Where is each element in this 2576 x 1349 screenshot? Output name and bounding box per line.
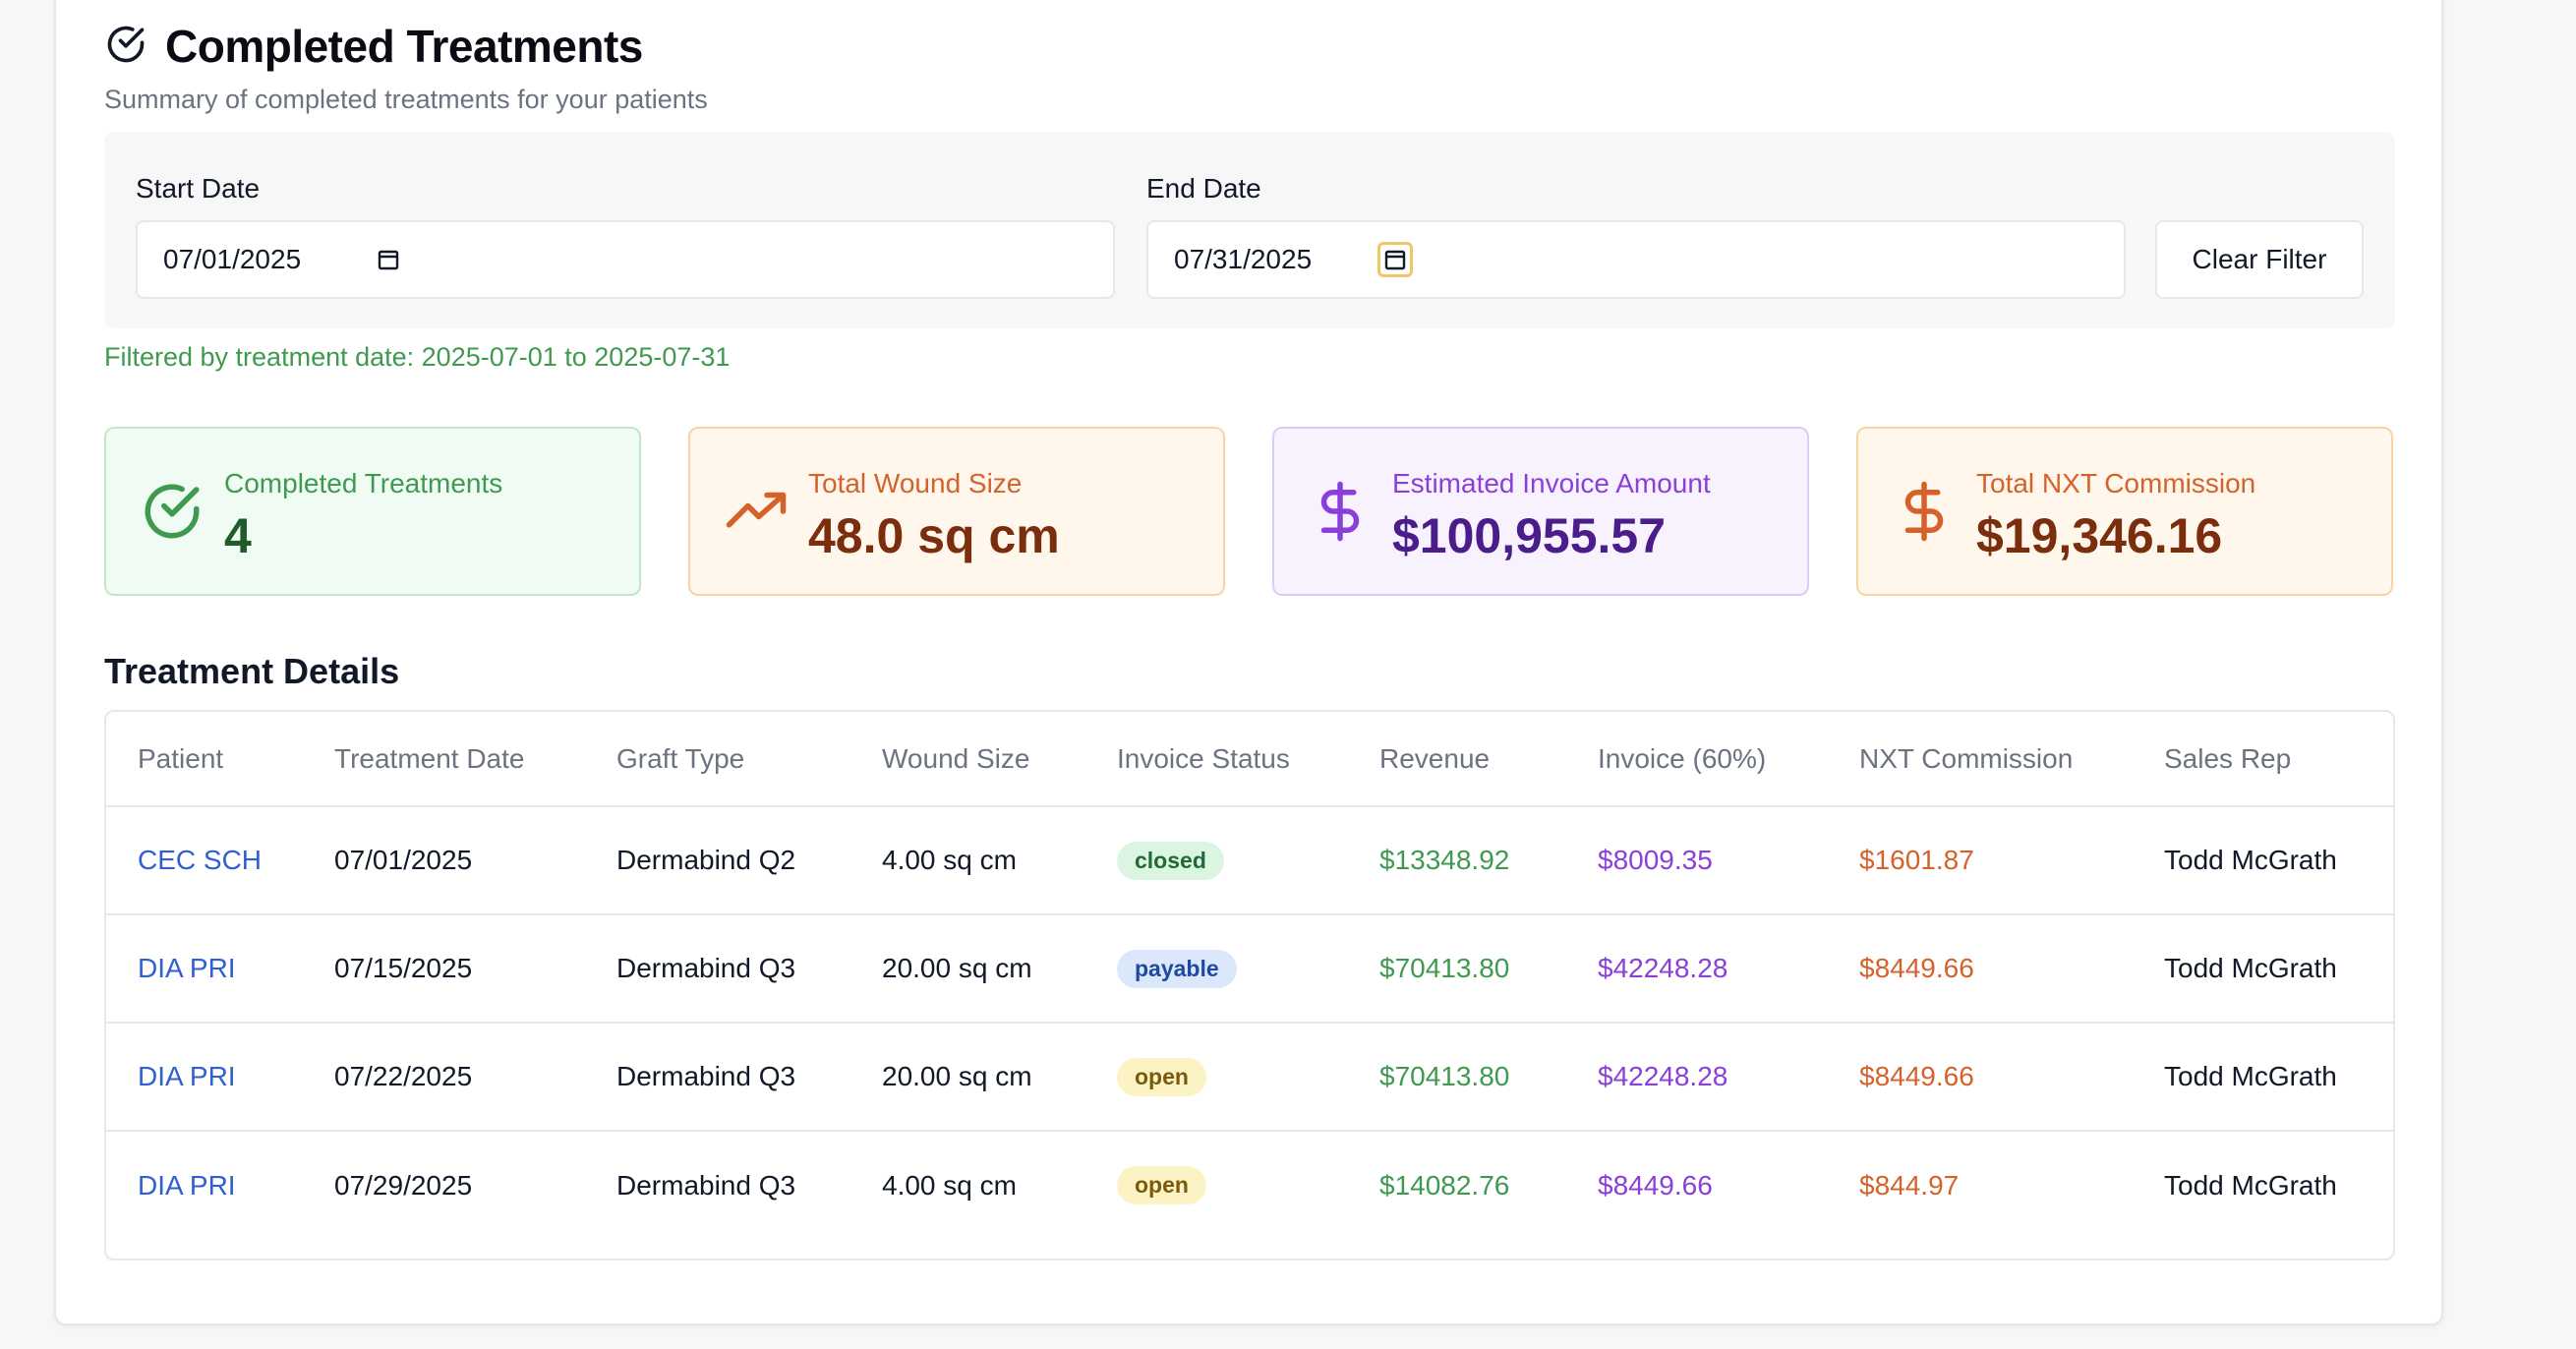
table-header-row: Patient Treatment Date Graft Type Wound … [106,712,2393,807]
page: Completed Treatments Summary of complete… [0,0,2576,1349]
commission-cell: $8449.66 [1828,914,2133,1024]
patient-link[interactable]: CEC SCH [138,845,262,875]
treatment-date-cell: 07/01/2025 [303,806,585,915]
page-subtitle: Summary of completed treatments for your… [104,85,708,114]
graft-type-cell: Dermabind Q3 [585,914,850,1024]
invoice-cell: $42248.28 [1566,914,1828,1024]
filter-note: Filtered by treatment date: 2025-07-01 t… [104,342,731,372]
sales-rep-cell: Todd McGrath [2164,1169,2337,1201]
commission-cell: $8449.66 [1828,1023,2133,1132]
column-header[interactable]: Invoice Status [1085,712,1348,807]
graft-type-cell: Dermabind Q3 [616,1169,796,1201]
sales-rep-cell: Todd McGrath [2133,1023,2393,1132]
revenue-cell: $70413.80 [1348,914,1566,1024]
status-badge: closed [1117,841,1224,880]
stat-estimated-invoice: Estimated Invoice Amount $100,955.57 [1272,427,1809,596]
patient-link[interactable]: DIA PRI [138,1170,236,1201]
stat-label: Total NXT Commission [1976,468,2256,499]
column-header[interactable]: NXT Commission [1828,712,2133,807]
column-header[interactable]: Revenue [1348,712,1566,807]
stat-value: 48.0 sq cm [808,508,1060,563]
column-header[interactable]: Patient [106,712,303,807]
commission-cell: $1601.87 [1828,806,2133,915]
treatment-date-cell: 07/29/2025 [334,1169,473,1201]
clear-filter-button[interactable]: Clear Filter [2155,220,2364,299]
graft-type-cell: Dermabind Q2 [585,806,850,915]
revenue-cell: $14082.76 [1379,1169,1510,1201]
stat-total-commission: Total NXT Commission $19,346.16 [1856,427,2393,596]
status-badge: payable [1117,949,1237,988]
stat-value: 4 [224,508,252,563]
table-row: DIA PRI 07/15/2025 Dermabind Q3 20.00 sq… [106,914,2393,1024]
wound-size-cell: 20.00 sq cm [850,914,1085,1024]
page-title: Completed Treatments [165,21,643,72]
invoice-cell: $8009.35 [1566,806,1828,915]
stat-label: Estimated Invoice Amount [1392,468,1711,499]
invoice-cell: $8449.66 [1598,1169,1713,1201]
dollar-icon [1892,479,1957,544]
sales-rep-cell: Todd McGrath [2133,806,2393,915]
wound-size-cell: 4.00 sq cm [882,1169,1017,1201]
table-row: DIA PRI 07/22/2025 Dermabind Q3 20.00 sq… [106,1023,2393,1132]
stat-total-wound-size: Total Wound Size 48.0 sq cm [688,427,1225,596]
card-header: Completed Treatments [104,20,643,73]
column-header[interactable]: Graft Type [585,712,850,807]
column-header[interactable]: Wound Size [850,712,1085,807]
check-circle-icon [140,479,205,544]
stat-completed-treatments: Completed Treatments 4 [104,427,641,596]
sales-rep-cell: Todd McGrath [2133,914,2393,1024]
patient-link[interactable]: DIA PRI [138,953,236,983]
column-header[interactable]: Treatment Date [303,712,585,807]
treatment-details-title: Treatment Details [104,651,400,691]
invoice-cell: $42248.28 [1566,1023,1828,1132]
treatment-date-cell: 07/15/2025 [303,914,585,1024]
calendar-icon[interactable] [1377,242,1413,277]
end-date-input[interactable]: 07/31/2025 [1146,220,2126,299]
table-row: DIA PRI 07/29/2025 Dermabind Q3 4.00 sq … [106,1131,2393,1239]
column-header[interactable]: Sales Rep [2133,712,2393,807]
trending-up-icon [724,479,789,544]
column-header[interactable]: Invoice (60%) [1566,712,1828,807]
table-row: CEC SCH 07/01/2025 Dermabind Q2 4.00 sq … [106,806,2393,915]
end-date-value: 07/31/2025 [1174,244,1313,274]
commission-cell: $844.97 [1859,1169,1960,1201]
revenue-cell: $70413.80 [1348,1023,1566,1132]
wound-size-cell: 4.00 sq cm [850,806,1085,915]
status-badge: open [1117,1057,1206,1096]
date-filter-panel: Start Date 07/01/2025 End Date 07/31/202… [104,132,2395,328]
check-circle-icon [104,23,147,71]
graft-type-cell: Dermabind Q3 [585,1023,850,1132]
dollar-icon [1308,479,1373,544]
start-date-label: Start Date [136,173,261,204]
stat-label: Total Wound Size [808,468,1023,499]
completed-treatments-card: Completed Treatments Summary of complete… [54,0,2443,1325]
treatment-details-table: Patient Treatment Date Graft Type Wound … [104,710,2395,1261]
revenue-cell: $13348.92 [1348,806,1566,915]
start-date-value: 07/01/2025 [163,244,302,274]
treatment-date-cell: 07/22/2025 [303,1023,585,1132]
wound-size-cell: 20.00 sq cm [850,1023,1085,1132]
patient-link[interactable]: DIA PRI [138,1061,236,1091]
stat-label: Completed Treatments [224,468,503,499]
start-date-input[interactable]: 07/01/2025 [136,220,1115,299]
end-date-label: End Date [1146,173,1261,204]
stat-value: $100,955.57 [1392,508,1667,563]
status-badge: open [1117,1166,1206,1204]
stat-value: $19,346.16 [1976,508,2223,563]
calendar-icon[interactable] [374,245,403,274]
